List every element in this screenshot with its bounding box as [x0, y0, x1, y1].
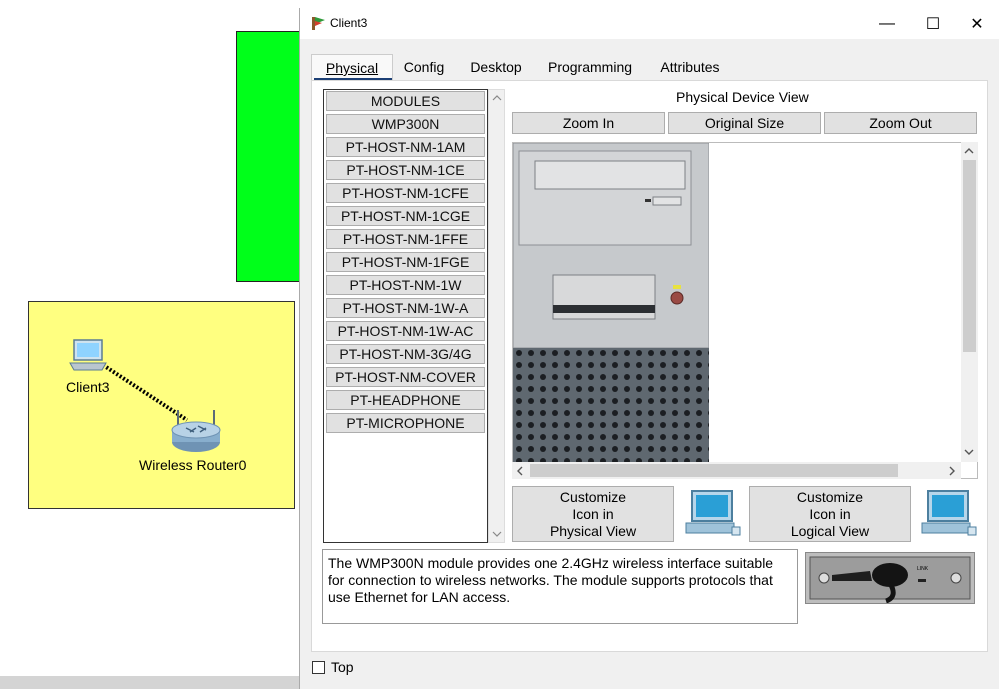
title-bar[interactable]: Client3 — ☐ ✕	[300, 8, 999, 39]
minimize-button[interactable]: —	[864, 8, 910, 39]
close-button[interactable]: ✕	[954, 8, 999, 39]
physical-view-title: Physical Device View	[676, 89, 809, 105]
device-window: Client3 — ☐ ✕ Physical Config Desktop Pr…	[299, 8, 999, 689]
tab-config[interactable]: Config	[394, 54, 454, 80]
pc-icon	[921, 490, 977, 536]
vscroll-thumb[interactable]	[963, 160, 976, 352]
module-item-3g4g[interactable]: PT-HOST-NM-3G/4G	[326, 344, 485, 364]
module-item-1w-a[interactable]: PT-HOST-NM-1W-A	[326, 298, 485, 318]
chevron-left-icon[interactable]	[516, 466, 524, 476]
tab-attributes[interactable]: Attributes	[650, 54, 730, 80]
original-size-button[interactable]: Original Size	[668, 112, 821, 134]
router-icon[interactable]	[168, 408, 224, 454]
chevron-up-icon[interactable]	[492, 94, 502, 102]
module-list: MODULES WMP300N PT-HOST-NM-1AM PT-HOST-N…	[323, 89, 488, 543]
customize-logical-button[interactable]: Customize Icon in Logical View	[749, 486, 911, 542]
pc-icon	[685, 490, 741, 536]
app-icon	[312, 17, 325, 30]
module-item-1cfe[interactable]: PT-HOST-NM-1CFE	[326, 183, 485, 203]
zoom-in-button[interactable]: Zoom In	[512, 112, 665, 134]
module-image: LINK	[805, 552, 975, 604]
top-checkbox[interactable]	[312, 661, 325, 674]
client3-label: Client3	[66, 379, 110, 395]
module-item-microphone[interactable]: PT-MICROPHONE	[326, 413, 485, 433]
module-item-wmp300n[interactable]: WMP300N	[326, 114, 485, 134]
module-item-1cge[interactable]: PT-HOST-NM-1CGE	[326, 206, 485, 226]
router-label: Wireless Router0	[139, 457, 247, 473]
hscroll-thumb[interactable]	[530, 464, 898, 477]
pc-tower-image	[513, 143, 710, 463]
module-item-1ce[interactable]: PT-HOST-NM-1CE	[326, 160, 485, 180]
tab-programming[interactable]: Programming	[540, 54, 640, 80]
top-label: Top	[331, 659, 354, 675]
chevron-down-icon[interactable]	[492, 530, 502, 538]
module-item-1ffe[interactable]: PT-HOST-NM-1FFE	[326, 229, 485, 249]
module-item-1am[interactable]: PT-HOST-NM-1AM	[326, 137, 485, 157]
chevron-down-icon[interactable]	[964, 448, 974, 456]
module-description: The WMP300N module provides one 2.4GHz w…	[322, 549, 798, 624]
chevron-up-icon[interactable]	[964, 147, 974, 155]
device-view[interactable]	[512, 142, 978, 479]
zoom-out-button[interactable]: Zoom Out	[824, 112, 977, 134]
customize-physical-button[interactable]: Customize Icon in Physical View	[512, 486, 674, 542]
chevron-right-icon[interactable]	[948, 466, 956, 476]
module-item-cover[interactable]: PT-HOST-NM-COVER	[326, 367, 485, 387]
module-item-headphone[interactable]: PT-HEADPHONE	[326, 390, 485, 410]
green-area	[236, 31, 300, 282]
module-item-1w[interactable]: PT-HOST-NM-1W	[326, 275, 485, 295]
link-label: LINK	[917, 566, 929, 572]
module-item-1w-ac[interactable]: PT-HOST-NM-1W-AC	[326, 321, 485, 341]
tab-physical[interactable]: Physical	[311, 54, 393, 81]
module-item-1fge[interactable]: PT-HOST-NM-1FGE	[326, 252, 485, 272]
window-title: Client3	[330, 16, 368, 30]
maximize-button[interactable]: ☐	[910, 8, 956, 39]
workspace-scrollbar[interactable]	[0, 676, 300, 689]
module-item-modules[interactable]: MODULES	[326, 91, 485, 111]
tab-desktop[interactable]: Desktop	[460, 54, 532, 80]
laptop-icon[interactable]	[68, 338, 108, 376]
module-list-scrollbar[interactable]	[488, 89, 505, 543]
